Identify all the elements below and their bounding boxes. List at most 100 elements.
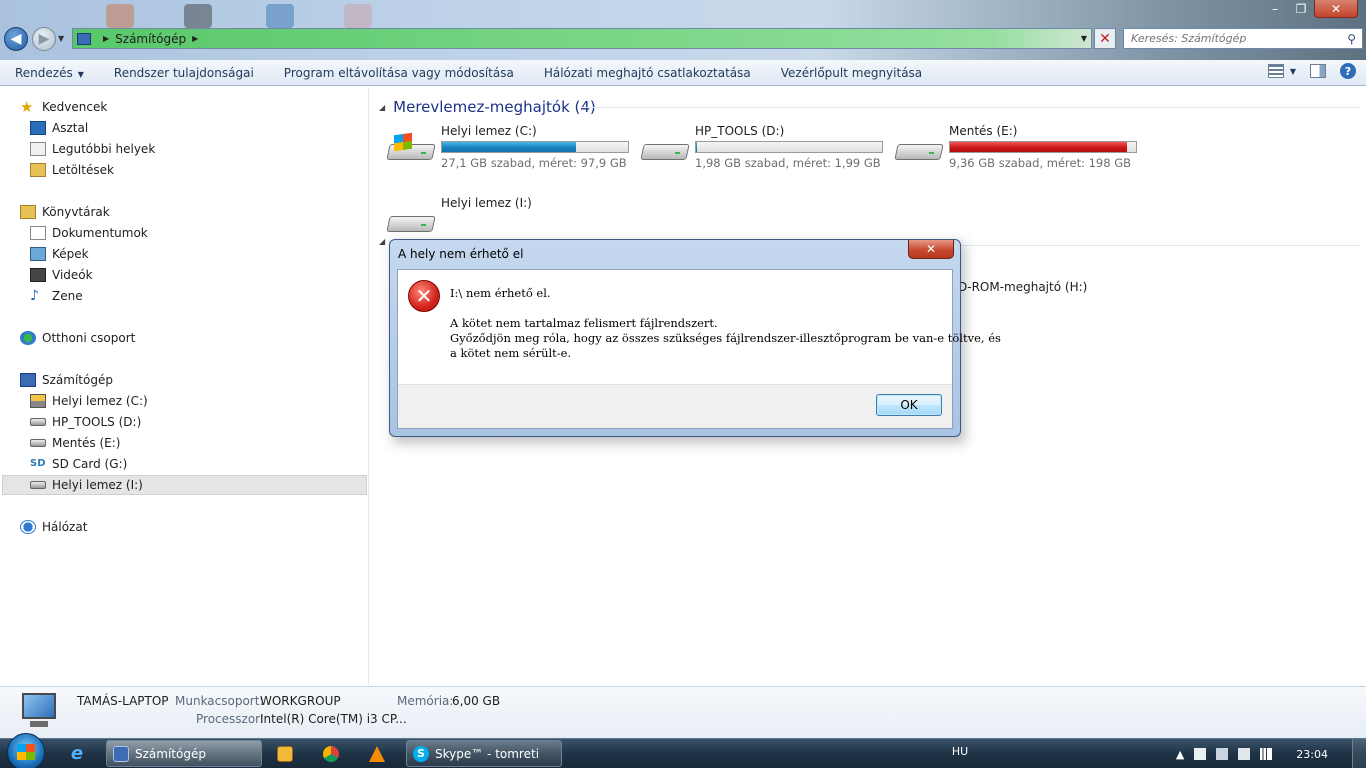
nav-label: Videók bbox=[52, 268, 93, 282]
drive-name: Helyi lemez (C:) bbox=[441, 124, 537, 138]
nav-label: Képek bbox=[52, 247, 89, 261]
clock[interactable]: 23:04 bbox=[1296, 748, 1328, 761]
minimize-button[interactable]: – bbox=[1262, 0, 1288, 18]
nav-drive-e[interactable]: Mentés (E:) bbox=[30, 433, 120, 453]
breadcrumb-chevron-icon[interactable]: ▶ bbox=[192, 34, 198, 43]
recent-pages-dropdown-icon[interactable]: ▼ bbox=[58, 34, 64, 43]
stop-loading-button[interactable]: ✕ bbox=[1094, 28, 1116, 49]
show-desktop-button[interactable] bbox=[1352, 739, 1366, 768]
network-signal-icon[interactable] bbox=[1260, 748, 1273, 760]
address-dropdown-icon[interactable]: ▼ bbox=[1081, 34, 1087, 43]
nav-network[interactable]: Hálózat bbox=[20, 517, 87, 537]
uninstall-program-button[interactable]: Program eltávolítása vagy módosítása bbox=[269, 66, 529, 80]
nav-drive-c[interactable]: Helyi lemez (C:) bbox=[30, 391, 148, 411]
background-decoration bbox=[106, 4, 134, 28]
search-input[interactable] bbox=[1131, 32, 1331, 45]
nav-drive-g[interactable]: SD SD Card (G:) bbox=[30, 454, 127, 474]
taskbar-internet-explorer[interactable]: e bbox=[58, 740, 102, 767]
nav-music[interactable]: ♪ Zene bbox=[30, 286, 83, 306]
power-icon[interactable] bbox=[1216, 748, 1229, 760]
system-properties-button[interactable]: Rendszer tulajdonságai bbox=[99, 66, 269, 80]
nav-homegroup[interactable]: Otthoni csoport bbox=[20, 328, 135, 348]
cd-rom-drive-name[interactable]: D-ROM-meghajtó (H:) bbox=[958, 280, 1087, 294]
nav-pictures[interactable]: Képek bbox=[30, 244, 89, 264]
nav-drive-i[interactable]: Helyi lemez (I:) bbox=[2, 475, 367, 495]
nav-downloads[interactable]: Letöltések bbox=[30, 160, 114, 180]
nav-label: Számítógép bbox=[42, 373, 113, 387]
start-button[interactable] bbox=[7, 733, 45, 768]
breadcrumb-computer[interactable]: Számítógép bbox=[115, 32, 186, 46]
taskbar-vlc[interactable] bbox=[358, 740, 402, 767]
taskbar-skype-window[interactable]: S Skype™ - tomreti bbox=[406, 740, 562, 767]
nav-computer[interactable]: Számítógép bbox=[20, 370, 113, 390]
collapse-triangle-icon[interactable]: ◢ bbox=[379, 237, 385, 246]
show-hidden-icons[interactable]: ▲ bbox=[1176, 748, 1184, 761]
organize-menu[interactable]: Rendezés ▼ bbox=[0, 66, 99, 80]
maximize-button[interactable]: ❐ bbox=[1288, 0, 1314, 18]
search-box[interactable]: ⚲ bbox=[1123, 28, 1363, 49]
background-decoration bbox=[344, 4, 372, 28]
drive-tile-c[interactable]: Helyi lemez (C:) 27,1 GB szabad, méret: … bbox=[386, 124, 638, 170]
drive-icon bbox=[894, 134, 944, 162]
taskbar-chrome[interactable] bbox=[312, 740, 356, 767]
dialog-close-button[interactable]: ✕ bbox=[908, 240, 954, 259]
nav-label: Legutóbbi helyek bbox=[52, 142, 156, 156]
nav-label: Könyvtárak bbox=[42, 205, 110, 219]
nav-desktop[interactable]: Asztal bbox=[30, 118, 88, 138]
organize-label: Rendezés bbox=[15, 65, 73, 80]
vlc-icon bbox=[369, 745, 385, 762]
nav-label: Helyi lemez (C:) bbox=[52, 394, 148, 408]
search-icon[interactable]: ⚲ bbox=[1347, 32, 1356, 46]
drive-tile-d[interactable]: HP_TOOLS (D:) 1,98 GB szabad, méret: 1,9… bbox=[640, 124, 892, 170]
downloads-folder-icon bbox=[30, 163, 46, 177]
internet-explorer-icon: e bbox=[70, 743, 84, 764]
processor-label: Processzor: bbox=[196, 712, 264, 726]
open-control-panel-button[interactable]: Vezérlőpult megnyitása bbox=[766, 66, 937, 80]
nav-label: Dokumentumok bbox=[52, 226, 148, 240]
ok-button[interactable]: OK bbox=[876, 394, 942, 416]
help-icon[interactable]: ? bbox=[1340, 63, 1356, 79]
back-button[interactable]: ◀ bbox=[4, 27, 28, 51]
chevron-down-icon: ▼ bbox=[77, 69, 84, 79]
hdd-group-header[interactable]: ◢ Merevlemez-meghajtók (4) bbox=[379, 98, 596, 116]
nav-favorites[interactable]: ★ Kedvencek bbox=[20, 97, 107, 117]
drive-usage-bar bbox=[441, 141, 629, 153]
nav-label: Zene bbox=[52, 289, 83, 303]
nav-videos[interactable]: Videók bbox=[30, 265, 93, 285]
nav-recent-places[interactable]: Legutóbbi helyek bbox=[30, 139, 155, 159]
close-button[interactable]: ✕ bbox=[1314, 0, 1358, 18]
nav-label: Asztal bbox=[52, 121, 89, 135]
forward-button[interactable]: ▶ bbox=[32, 27, 56, 51]
address-bar[interactable]: ▶ Számítógép ▶ ▼ bbox=[72, 28, 1092, 49]
nav-documents[interactable]: Dokumentumok bbox=[30, 223, 148, 243]
system-tray: HU ▲ 23:04 bbox=[952, 739, 1366, 768]
collapse-triangle-icon[interactable]: ◢ bbox=[379, 103, 385, 112]
map-network-drive-button[interactable]: Hálózati meghajtó csatlakoztatása bbox=[529, 66, 766, 80]
command-bar: Rendezés ▼ Rendszer tulajdonságai Program… bbox=[0, 60, 1366, 86]
group-divider bbox=[960, 245, 1360, 246]
nav-label: Helyi lemez (I:) bbox=[52, 478, 143, 492]
breadcrumb-chevron-icon[interactable]: ▶ bbox=[103, 34, 109, 43]
taskbar-explorer-window[interactable]: Számítógép bbox=[106, 740, 262, 767]
music-note-icon: ♪ bbox=[30, 288, 39, 304]
volume-muted-icon[interactable] bbox=[1238, 748, 1251, 760]
nav-drive-d[interactable]: HP_TOOLS (D:) bbox=[30, 412, 141, 432]
language-indicator[interactable]: HU bbox=[952, 745, 968, 758]
view-icon bbox=[1267, 64, 1284, 78]
nav-libraries[interactable]: Könyvtárak bbox=[20, 202, 110, 222]
change-view-button[interactable]: ▼ bbox=[1267, 64, 1296, 78]
desktop-icon bbox=[30, 121, 46, 135]
sd-card-icon: SD bbox=[30, 458, 46, 469]
drive-name: Mentés (E:) bbox=[949, 124, 1018, 138]
taskbar: e Számítógép S Skype™ - tomreti HU ▲ 23:0… bbox=[0, 733, 1366, 768]
drive-icon bbox=[386, 206, 436, 234]
drive-name: Helyi lemez (I:) bbox=[441, 196, 532, 210]
documents-icon bbox=[30, 226, 46, 240]
dialog-body: ✕ I:\ nem érhető el. A kötet nem tartalm… bbox=[397, 269, 1001, 429]
error-dialog: A hely nem érhető el ✕ ✕ I:\ nem érhető … bbox=[389, 239, 1001, 437]
taskbar-media-player[interactable] bbox=[266, 740, 310, 767]
drive-tile-e[interactable]: Mentés (E:) 9,36 GB szabad, méret: 198 G… bbox=[894, 124, 1146, 170]
action-center-flag-icon[interactable] bbox=[1194, 748, 1207, 760]
preview-pane-icon[interactable] bbox=[1310, 64, 1326, 78]
drive-tile-i[interactable]: Helyi lemez (I:) bbox=[386, 196, 638, 242]
